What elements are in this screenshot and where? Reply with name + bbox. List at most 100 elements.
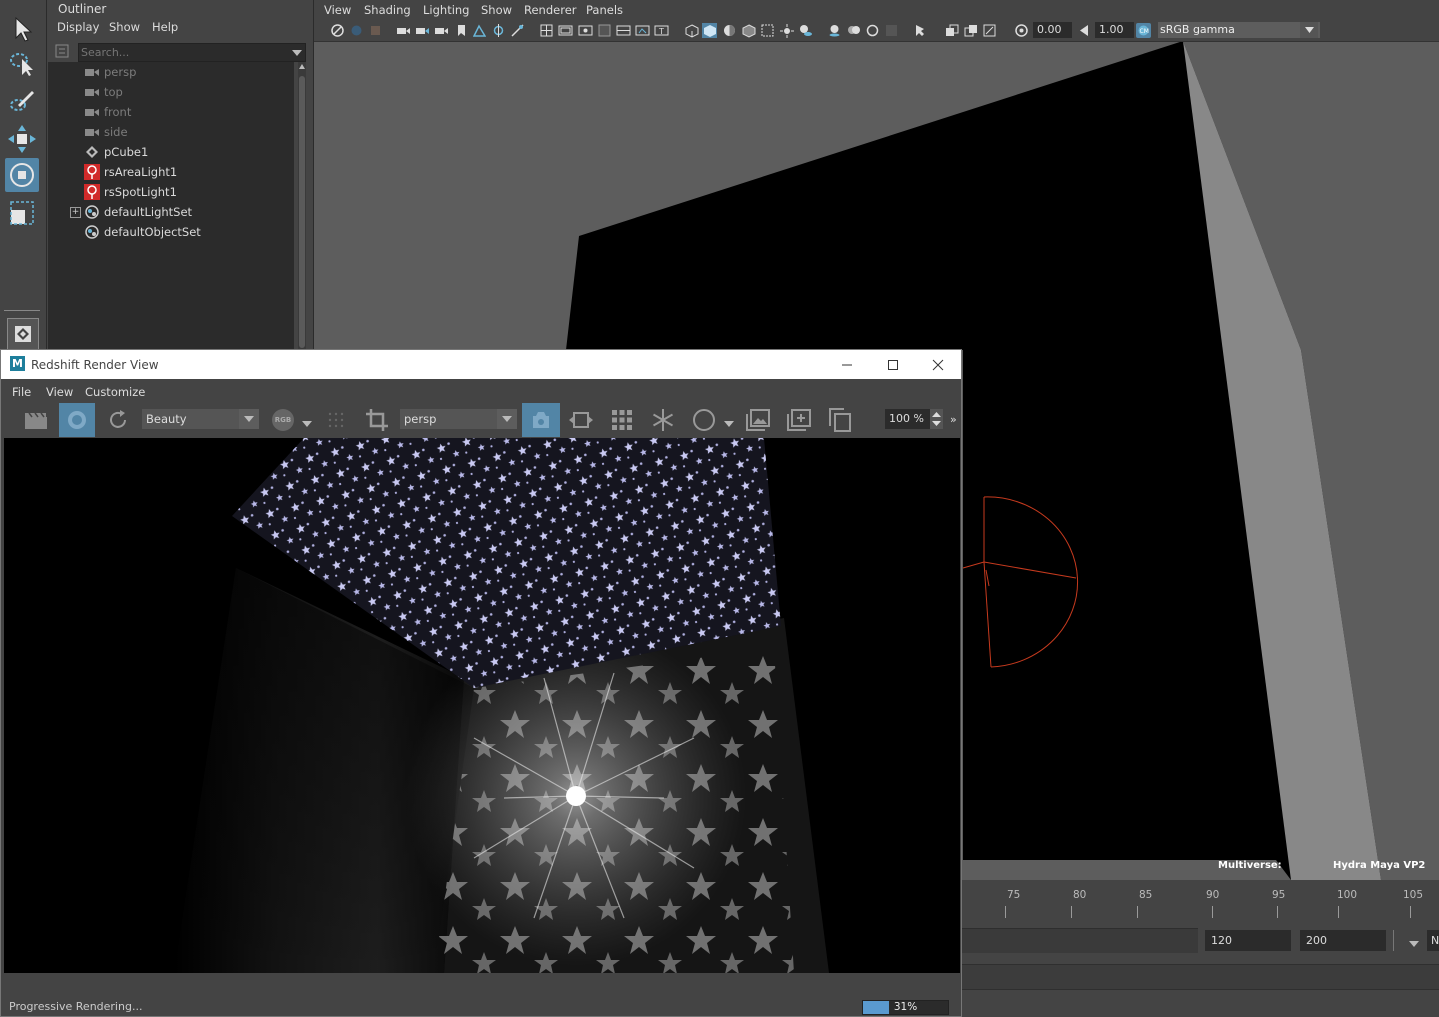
image-plane-icon[interactable] — [396, 23, 411, 38]
grease-pencil-icon[interactable] — [434, 23, 449, 38]
two-d-pan-zoom-icon[interactable] — [415, 23, 430, 38]
lock-camera-icon[interactable] — [522, 403, 560, 437]
frame-rate-field[interactable]: N — [1427, 930, 1439, 951]
gamma-field[interactable]: 1.00 — [1095, 22, 1134, 38]
xray-active-components-icon[interactable] — [963, 23, 978, 38]
grid-icon[interactable] — [539, 23, 554, 38]
outliner-item-defaultobjectset[interactable]: defaultObjectSet — [48, 222, 294, 242]
zoom-spinner[interactable] — [930, 409, 943, 429]
rotate-tool-icon[interactable] — [5, 158, 39, 192]
range-slider[interactable] — [962, 928, 1198, 953]
resolution-gate-icon[interactable] — [578, 23, 593, 38]
lock-camera-icon[interactable] — [453, 23, 468, 38]
outliner-item-side[interactable]: side — [48, 122, 294, 142]
lasso-tool-icon[interactable] — [5, 46, 39, 80]
isolate-select-icon[interactable] — [472, 23, 487, 38]
freeze-snowflake-icon[interactable] — [645, 403, 681, 437]
render-view-titlebar[interactable]: M Redshift Render View — [1, 350, 961, 379]
film-gate-icon[interactable] — [558, 23, 573, 38]
wireframe-on-shaded-icon[interactable] — [741, 23, 756, 38]
viewport-menu-renderer[interactable]: Renderer — [524, 3, 577, 17]
outliner-item-pcube1[interactable]: pCube1 — [48, 142, 294, 162]
motion-blur-icon[interactable] — [846, 23, 861, 38]
render-canvas[interactable] — [4, 438, 960, 973]
outliner-scrollbar[interactable] — [298, 62, 306, 350]
select-camera-icon[interactable] — [330, 23, 345, 38]
show-manipulator-icon[interactable] — [7, 318, 39, 350]
color-space-select[interactable]: sRGB gamma — [1158, 22, 1320, 38]
command-line[interactable] — [962, 964, 1439, 990]
safe-title-icon[interactable]: T — [654, 23, 669, 38]
chevron-down-icon[interactable] — [302, 417, 312, 430]
outliner-menu-help[interactable]: Help — [152, 20, 178, 36]
clapperboard-icon[interactable] — [18, 403, 54, 437]
chevron-down-icon[interactable] — [239, 409, 259, 429]
search-input[interactable] — [79, 44, 281, 60]
smooth-shade-icon[interactable] — [702, 23, 717, 38]
render-view-menu-view[interactable]: View — [46, 385, 73, 399]
start-render-icon[interactable] — [59, 403, 95, 437]
range-end-field[interactable]: 200 — [1300, 930, 1386, 951]
use-all-lights-icon[interactable] — [779, 23, 794, 38]
viewport-menu-panels[interactable]: Panels — [586, 3, 623, 17]
move-tool-icon[interactable] — [5, 122, 39, 156]
textured-icon[interactable] — [760, 23, 775, 38]
channel-select-icon[interactable]: RGB — [265, 403, 301, 437]
search-options-icon[interactable] — [55, 44, 69, 61]
outliner-item-top[interactable]: top — [48, 82, 294, 102]
chevron-down-icon[interactable] — [292, 47, 302, 60]
snapshot-gallery-icon[interactable] — [740, 403, 776, 437]
zoom-field[interactable]: 100 % — [885, 409, 933, 429]
outliner-item-front[interactable]: front — [48, 102, 294, 122]
scroll-up-icon[interactable] — [299, 64, 305, 69]
circle-icon[interactable] — [686, 403, 722, 437]
camera-attributes-icon[interactable] — [349, 23, 364, 38]
camera-tools-icon[interactable] — [510, 23, 525, 38]
fit-width-icon[interactable] — [563, 403, 599, 437]
maximize-icon[interactable] — [870, 350, 916, 379]
wireframe-icon[interactable] — [684, 23, 699, 38]
outliner-item-defaultlightset[interactable]: + defaultLightSet — [48, 202, 294, 222]
close-icon[interactable] — [915, 350, 961, 379]
outliner-menu-show[interactable]: Show — [109, 20, 140, 36]
crop-region-icon[interactable] — [359, 403, 395, 437]
aov-select[interactable]: Beauty — [142, 409, 259, 429]
expand-plus-icon[interactable]: + — [70, 206, 81, 218]
scroll-thumb[interactable] — [299, 76, 305, 348]
gamma-icon[interactable] — [1077, 23, 1092, 38]
anti-aliasing-icon[interactable] — [865, 23, 880, 38]
toolbar-overflow-icon[interactable]: » — [950, 413, 957, 426]
end-time-field[interactable]: 120 — [1205, 930, 1291, 951]
depth-of-field-icon[interactable] — [884, 23, 899, 38]
select-tool-icon[interactable] — [5, 12, 39, 46]
isolate-view-icon[interactable] — [914, 23, 929, 38]
render-view-menu-file[interactable]: File — [12, 385, 31, 399]
gate-mask-icon[interactable] — [597, 23, 612, 38]
xray-icon[interactable] — [944, 23, 959, 38]
outliner-item-rsarealight1[interactable]: rsAreaLight1 — [48, 162, 294, 182]
minimize-icon[interactable] — [824, 350, 870, 379]
render-view-menu-customize[interactable]: Customize — [85, 385, 145, 399]
pixel-grid-icon[interactable] — [318, 403, 354, 437]
chevron-down-icon[interactable] — [724, 417, 734, 430]
buckets-grid-icon[interactable] — [604, 403, 640, 437]
outliner-item-persp[interactable]: persp — [48, 62, 294, 82]
chevron-down-icon[interactable] — [1300, 22, 1318, 38]
viewport-menu-lighting[interactable]: Lighting — [423, 3, 469, 17]
scale-tool-icon[interactable] — [5, 196, 39, 230]
screen-space-ao-icon[interactable] — [827, 23, 842, 38]
viewport-menu-shading[interactable]: Shading — [364, 3, 411, 17]
outliner-menu-display[interactable]: Display — [57, 20, 99, 36]
camera-select[interactable]: persp — [400, 409, 517, 429]
viewport-menu-view[interactable]: View — [324, 3, 351, 17]
time-slider[interactable]: 75 80 85 90 95 100 105 — [962, 880, 1439, 920]
viewport-menu-show[interactable]: Show — [481, 3, 512, 17]
chevron-down-icon[interactable] — [1409, 937, 1419, 950]
chevron-down-icon[interactable] — [497, 409, 517, 429]
xray-joints-icon[interactable] — [491, 23, 506, 38]
color-management-icon[interactable]: CM — [1136, 23, 1151, 38]
exposure-field[interactable]: 0.00 — [1033, 22, 1072, 38]
xray-joints-toggle-icon[interactable] — [982, 23, 997, 38]
field-chart-icon[interactable] — [616, 23, 631, 38]
shadows-icon[interactable] — [798, 23, 813, 38]
